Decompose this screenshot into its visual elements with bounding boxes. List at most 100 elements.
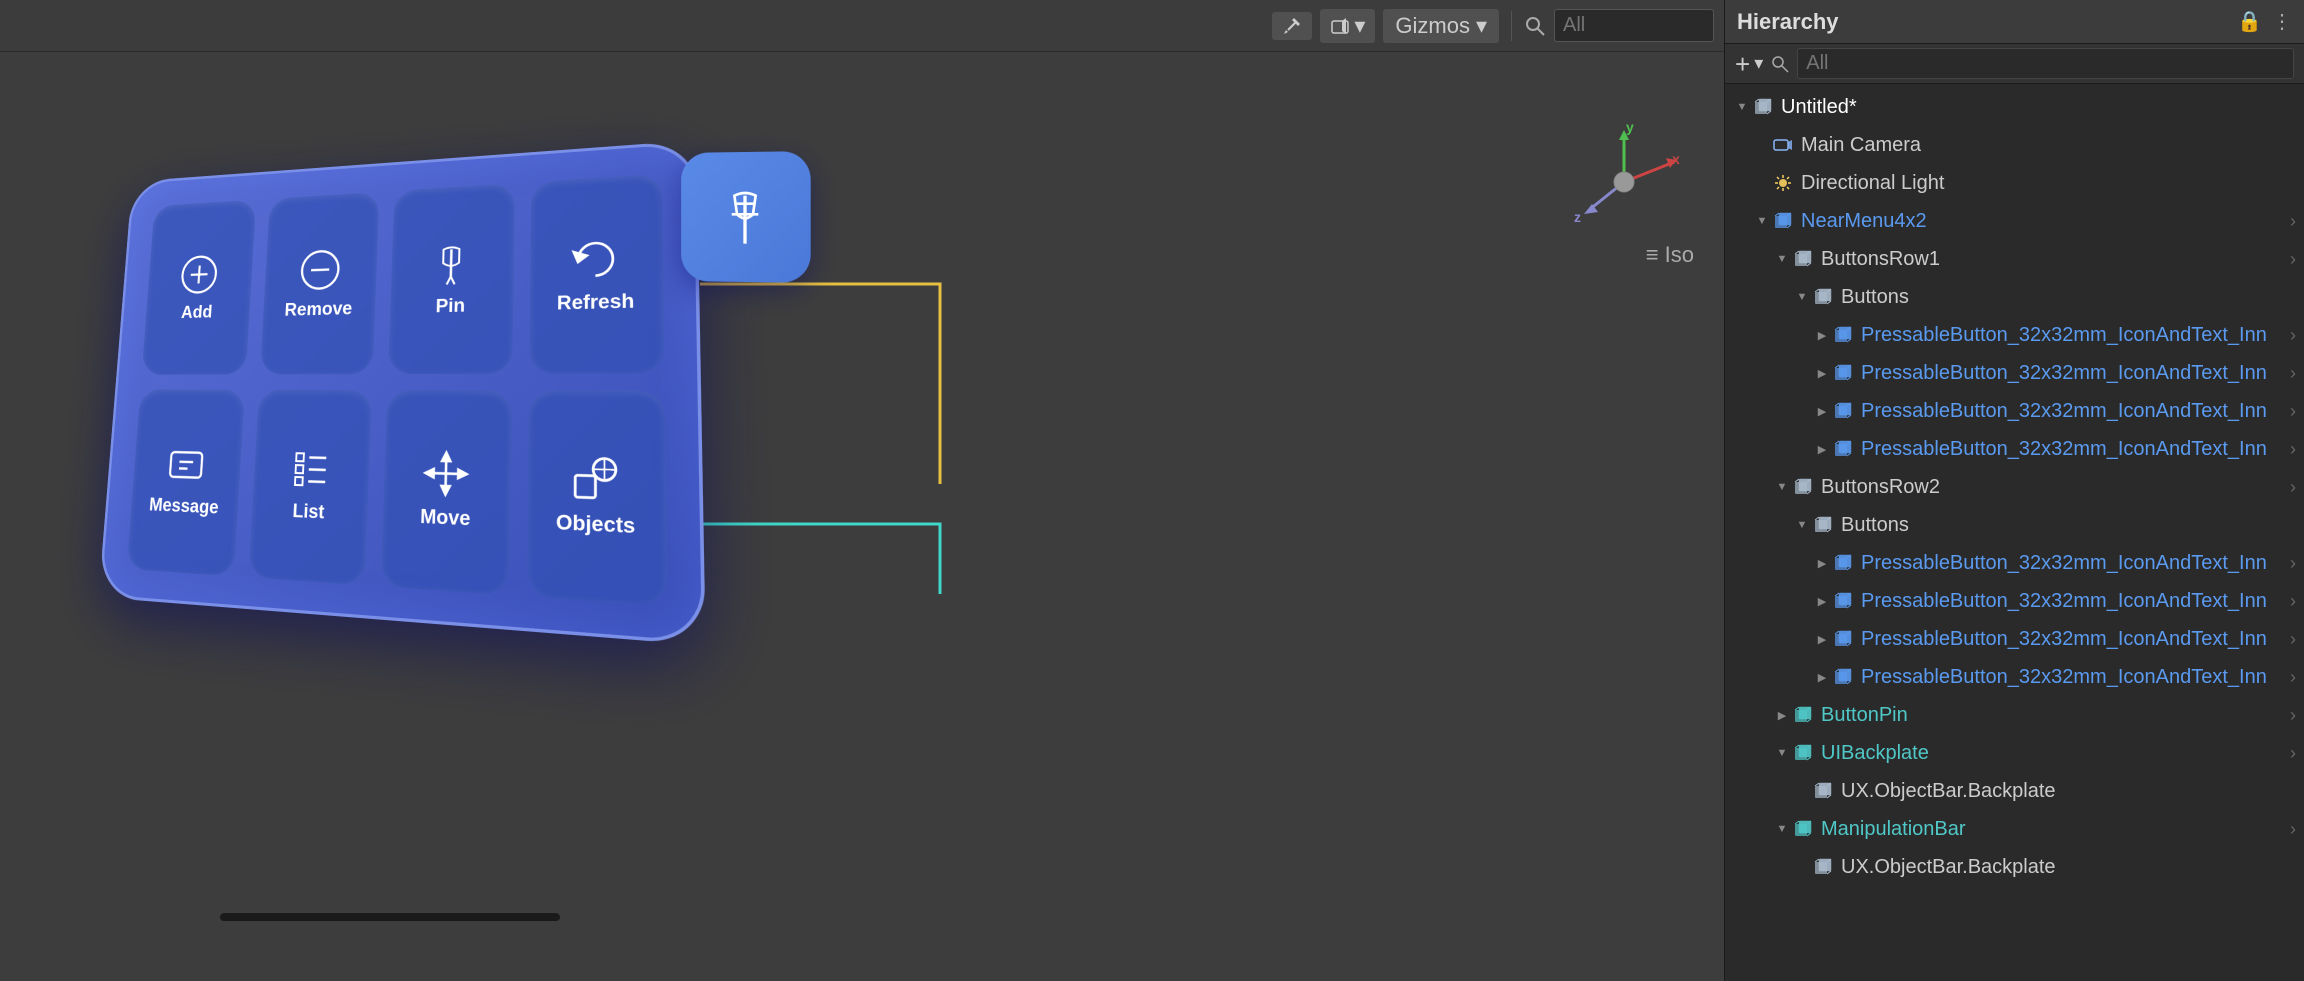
- tree-node-icon: [1791, 817, 1815, 841]
- tree-node-icon: [1831, 665, 1855, 689]
- tree-item-main-camera[interactable]: Main Camera: [1725, 126, 2304, 164]
- hierarchy-toolbar: + ▾: [1725, 44, 2304, 84]
- tree-expand-arrow[interactable]: ▼: [1773, 250, 1791, 268]
- tree-item-pb8[interactable]: ▶ PressableButton_32x32mm_IconAndText_In…: [1725, 658, 2304, 696]
- tree-node-icon: [1771, 133, 1795, 157]
- tree-item-pb4[interactable]: ▶ PressableButton_32x32mm_IconAndText_In…: [1725, 430, 2304, 468]
- tree-item-ux-objectbar-backplate2[interactable]: UX.ObjectBar.Backplate: [1725, 848, 2304, 886]
- tree-expand-arrow[interactable]: ▶: [1813, 554, 1831, 572]
- pin-floating-button[interactable]: [681, 151, 811, 283]
- objects-menu-button[interactable]: Objects: [526, 390, 667, 606]
- tree-node-icon: [1831, 323, 1855, 347]
- tree-node-icon: [1831, 361, 1855, 385]
- move-label: Move: [420, 506, 471, 532]
- add-menu-button[interactable]: Add: [142, 200, 256, 375]
- tree-item-buttons1[interactable]: ▼ Buttons: [1725, 278, 2304, 316]
- tree-node-label: PressableButton_32x32mm_IconAndText_Inn: [1861, 438, 2290, 461]
- gizmo-widget: y z x: [1564, 122, 1684, 242]
- tree-node-label: ButtonsRow1: [1821, 248, 2290, 271]
- tree-item-pb2[interactable]: ▶ PressableButton_32x32mm_IconAndText_In…: [1725, 354, 2304, 392]
- tree-node-label: PressableButton_32x32mm_IconAndText_Inn: [1861, 400, 2290, 423]
- scene-search-input[interactable]: [1554, 9, 1714, 42]
- scene-view: ▾ Gizmos ▾ y z: [0, 0, 1724, 981]
- tree-node-label: UX.ObjectBar.Backplate: [1841, 856, 2296, 879]
- tree-node-icon: [1811, 855, 1835, 879]
- tree-expand-arrow[interactable]: ▼: [1793, 288, 1811, 306]
- list-label: List: [292, 500, 325, 524]
- tree-node-label: PressableButton_32x32mm_IconAndText_Inn: [1861, 666, 2290, 689]
- tree-expand-arrow[interactable]: ▶: [1813, 402, 1831, 420]
- camera-button[interactable]: ▾: [1320, 9, 1375, 43]
- tree-item-buttonpin[interactable]: ▶ ButtonPin›: [1725, 696, 2304, 734]
- refresh-menu-button[interactable]: Refresh: [529, 174, 665, 374]
- tree-expand-arrow[interactable]: ▶: [1813, 440, 1831, 458]
- tree-node-icon: [1831, 437, 1855, 461]
- tree-arrow-placeholder: [1793, 858, 1811, 876]
- tree-node-icon: [1811, 513, 1835, 537]
- tree-expand-arrow[interactable]: ▶: [1773, 706, 1791, 724]
- pin-menu-button[interactable]: Pin: [388, 183, 514, 374]
- hierarchy-add-button[interactable]: + ▾: [1735, 51, 1763, 77]
- tree-arrow-placeholder: [1753, 174, 1771, 192]
- tree-item-pb1[interactable]: ▶ PressableButton_32x32mm_IconAndText_In…: [1725, 316, 2304, 354]
- tree-expand-arrow[interactable]: ▼: [1773, 820, 1791, 838]
- tree-node-icon: [1771, 171, 1795, 195]
- move-menu-button[interactable]: Move: [381, 390, 512, 595]
- tree-node-icon: [1811, 285, 1835, 309]
- more-options-icon[interactable]: ⋮: [2272, 9, 2292, 34]
- tree-item-buttons2[interactable]: ▼ Buttons: [1725, 506, 2304, 544]
- remove-menu-button[interactable]: Remove: [259, 192, 379, 375]
- iso-label: ≡ Iso: [1646, 242, 1694, 268]
- tree-expand-arrow[interactable]: ▶: [1813, 592, 1831, 610]
- hierarchy-tree: ▼ Untitled* Main Camera Directional Ligh…: [1725, 84, 2304, 981]
- list-menu-button[interactable]: List: [248, 390, 372, 586]
- tree-node-label: Main Camera: [1801, 134, 2296, 157]
- tree-node-icon: [1831, 399, 1855, 423]
- tree-more-arrow: ›: [2290, 477, 2296, 498]
- tree-node-icon: [1791, 247, 1815, 271]
- tree-expand-arrow[interactable]: ▶: [1813, 326, 1831, 344]
- tree-expand-arrow[interactable]: ▼: [1733, 98, 1751, 116]
- hierarchy-header: Hierarchy 🔒 ⋮: [1725, 0, 2304, 44]
- dropdown-arrow: ▾: [1354, 13, 1365, 39]
- tree-item-pb6[interactable]: ▶ PressableButton_32x32mm_IconAndText_In…: [1725, 582, 2304, 620]
- tree-more-arrow: ›: [2290, 401, 2296, 422]
- tree-more-arrow: ›: [2290, 363, 2296, 384]
- tree-item-nearmenu4x2[interactable]: ▼ NearMenu4x2›: [1725, 202, 2304, 240]
- tree-more-arrow: ›: [2290, 591, 2296, 612]
- tree-item-buttonsrow2[interactable]: ▼ ButtonsRow2›: [1725, 468, 2304, 506]
- gizmo-svg: y z x: [1564, 122, 1684, 242]
- tree-item-uibackplate[interactable]: ▼ UIBackplate›: [1725, 734, 2304, 772]
- tree-item-buttonsrow1[interactable]: ▼ ButtonsRow1›: [1725, 240, 2304, 278]
- tree-expand-arrow[interactable]: ▼: [1753, 212, 1771, 230]
- svg-text:y: y: [1626, 122, 1634, 135]
- tree-expand-arrow[interactable]: ▼: [1793, 516, 1811, 534]
- tree-node-icon: [1831, 627, 1855, 651]
- tree-item-pb3[interactable]: ▶ PressableButton_32x32mm_IconAndText_In…: [1725, 392, 2304, 430]
- tree-item-pb5[interactable]: ▶ PressableButton_32x32mm_IconAndText_In…: [1725, 544, 2304, 582]
- message-menu-button[interactable]: Message: [127, 389, 245, 576]
- tree-expand-arrow[interactable]: ▼: [1773, 744, 1791, 762]
- lock-icon: 🔒: [2237, 9, 2262, 34]
- tree-expand-arrow[interactable]: ▶: [1813, 668, 1831, 686]
- tools-button[interactable]: [1272, 12, 1312, 40]
- tree-arrow-placeholder: [1793, 782, 1811, 800]
- tree-item-manipulationbar[interactable]: ▼ ManipulationBar›: [1725, 810, 2304, 848]
- hierarchy-search-input[interactable]: [1797, 48, 2294, 79]
- tree-more-arrow: ›: [2290, 819, 2296, 840]
- tree-item-untitled[interactable]: ▼ Untitled*: [1725, 88, 2304, 126]
- message-label: Message: [148, 495, 219, 519]
- tree-expand-arrow[interactable]: ▶: [1813, 630, 1831, 648]
- tree-expand-arrow[interactable]: ▼: [1773, 478, 1791, 496]
- tree-item-ux-objectbar-backplate1[interactable]: UX.ObjectBar.Backplate: [1725, 772, 2304, 810]
- tree-node-label: PressableButton_32x32mm_IconAndText_Inn: [1861, 362, 2290, 385]
- svg-text:z: z: [1574, 209, 1581, 225]
- tree-node-label: PressableButton_32x32mm_IconAndText_Inn: [1861, 628, 2290, 651]
- tree-item-pb7[interactable]: ▶ PressableButton_32x32mm_IconAndText_In…: [1725, 620, 2304, 658]
- tree-item-directional-light[interactable]: Directional Light: [1725, 164, 2304, 202]
- search-icon: [1524, 15, 1546, 37]
- tree-node-label: Buttons: [1841, 514, 2296, 537]
- tree-node-label: PressableButton_32x32mm_IconAndText_Inn: [1861, 324, 2290, 347]
- gizmos-button[interactable]: Gizmos ▾: [1383, 9, 1499, 43]
- tree-expand-arrow[interactable]: ▶: [1813, 364, 1831, 382]
